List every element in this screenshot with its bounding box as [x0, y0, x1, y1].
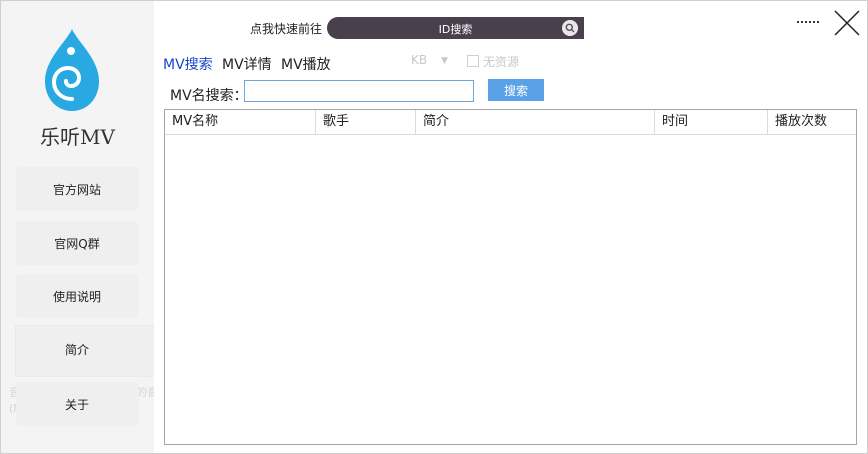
minimize-icon[interactable]: [797, 21, 819, 25]
faded-kb-label: KB: [411, 53, 428, 67]
results-table: MV名称 歌手 简介 时间 播放次数: [164, 109, 857, 445]
search-icon: [562, 20, 578, 36]
app-window: 音乐MV，满足了不同用户的音乐需求，同时也由于歌 (MB). 乐听MV 官方网站…: [0, 0, 868, 454]
brand-title: 乐听MV: [40, 125, 115, 149]
sidebar-item-official-site[interactable]: 官方网站: [16, 167, 138, 211]
tab-mv-play[interactable]: MV播放: [281, 54, 331, 74]
app-logo-icon: [45, 29, 99, 111]
sidebar: 音乐MV，满足了不同用户的音乐需求，同时也由于歌 (MB). 乐听MV 官方网站…: [1, 1, 154, 453]
faded-dropdown-arrow: ▼: [441, 56, 448, 66]
column-header-mv-name[interactable]: MV名称: [165, 110, 316, 134]
quick-nav-label: 点我快速前往: [250, 22, 323, 36]
column-header-time[interactable]: 时间: [655, 110, 768, 134]
faded-no-source-label: 无资源: [483, 55, 520, 69]
sidebar-item-instructions[interactable]: 使用说明: [16, 274, 138, 318]
sidebar-item-about[interactable]: 关于: [16, 382, 138, 426]
column-header-play-count[interactable]: 播放次数: [768, 110, 856, 134]
faded-checkbox: [467, 55, 479, 67]
id-search-label: ID搜索: [438, 23, 473, 36]
column-header-singer[interactable]: 歌手: [316, 110, 416, 134]
table-header: MV名称 歌手 简介 时间 播放次数: [165, 110, 856, 135]
mv-search-label: MV名搜索：: [170, 88, 248, 104]
close-icon[interactable]: [833, 9, 861, 37]
search-button[interactable]: 搜索: [488, 79, 544, 101]
sidebar-item-intro[interactable]: 简介: [16, 327, 138, 371]
id-search-button[interactable]: ID搜索: [327, 17, 584, 39]
mv-search-input[interactable]: [244, 80, 474, 102]
tab-mv-search[interactable]: MV搜索: [163, 54, 213, 74]
sidebar-item-qq-group[interactable]: 官网Q群: [16, 221, 138, 265]
tab-mv-details[interactable]: MV详情: [222, 54, 272, 74]
column-header-intro[interactable]: 简介: [416, 110, 655, 134]
